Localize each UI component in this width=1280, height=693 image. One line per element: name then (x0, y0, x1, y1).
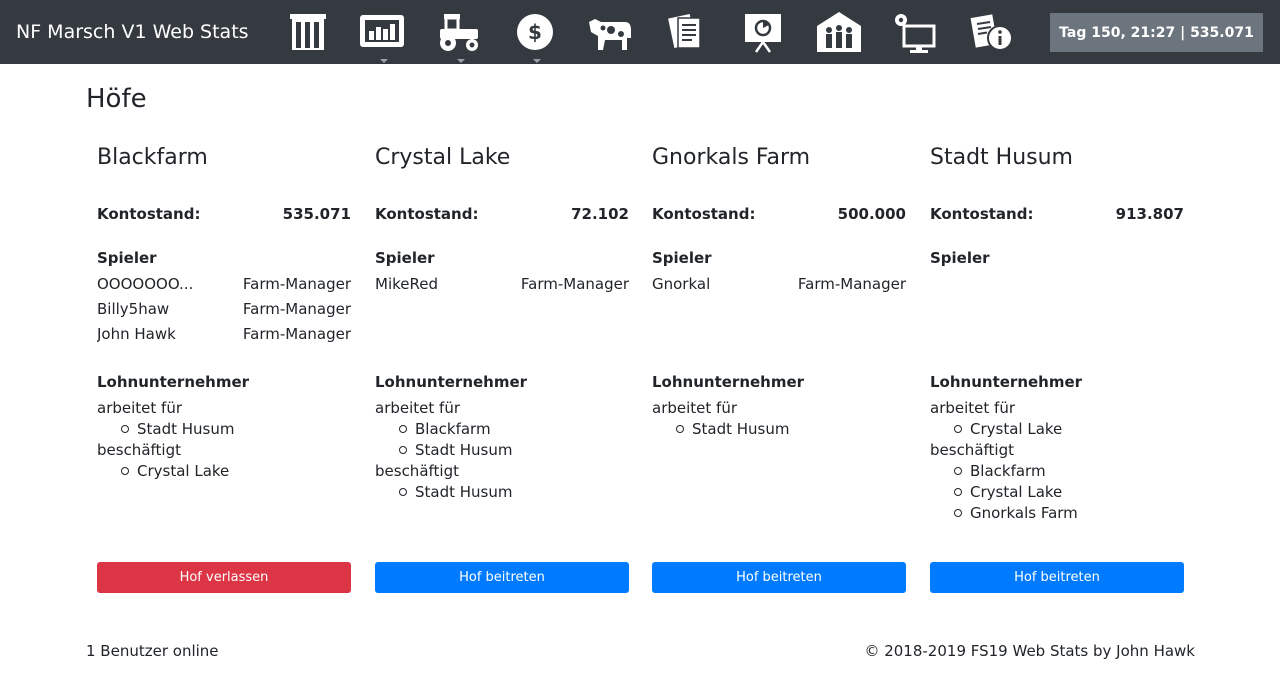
works-for-label: arbeitet für (652, 399, 737, 417)
page-title: Höfe (86, 84, 147, 114)
player-role: Farm-Manager (797, 275, 906, 293)
balance-label: Kontostand: (97, 205, 201, 223)
contractor-section: arbeitet für Blackfarm Stadt Husum beschäft… (375, 398, 629, 503)
player-role: Farm-Manager (242, 325, 351, 343)
join-farm-button[interactable]: Hof beitreten (652, 562, 906, 593)
players-list: MikeRed Farm-Manager (375, 274, 629, 299)
leave-farm-button[interactable]: Hof verlassen (97, 562, 351, 593)
employs-label: beschäftigt (375, 462, 459, 480)
player-row: OOOOOOO... Farm-Manager (97, 274, 351, 299)
info-document-icon[interactable] (967, 8, 1019, 56)
works-for-label: arbeitet für (97, 399, 182, 417)
presentation-icon[interactable] (737, 8, 789, 56)
copyright: © 2018-2019 FS19 Web Stats by John Hawk (864, 642, 1195, 660)
contractor-section: arbeitet für Stadt Husum beschäftigt Crysta… (97, 398, 351, 482)
balance-label: Kontostand: (375, 205, 479, 223)
list-item: Blackfarm (399, 419, 629, 440)
join-farm-button[interactable]: Hof beitreten (930, 562, 1184, 593)
settings-monitor-icon[interactable] (889, 8, 941, 56)
players-list: OOOOOOO... Farm-Manager Billy5haw Farm-Mana… (97, 274, 351, 349)
players-heading: Spieler (930, 249, 990, 267)
balance-row: Kontostand: 72.102 (375, 205, 629, 223)
money-menu-caret (533, 59, 541, 63)
farm-card: Blackfarm Kontostand: 535.071 Spieler OOOOOO… (97, 145, 351, 605)
contractor-heading: Lohnunternehmer (375, 373, 528, 391)
storage-icon[interactable] (282, 8, 334, 56)
list-item: Stadt Husum (399, 482, 629, 503)
svg-text:$: $ (528, 20, 542, 44)
player-role: Farm-Manager (520, 275, 629, 293)
balance-row: Kontostand: 913.807 (930, 205, 1184, 223)
contractor-section: arbeitet für Crystal Lake beschäftigt Black… (930, 398, 1184, 524)
farm-card: Crystal Lake Kontostand: 72.102 Spieler Mike… (375, 145, 629, 605)
tractor-menu-caret (457, 59, 465, 63)
player-name: OOOOOOO... (97, 275, 194, 293)
balance-value: 535.071 (282, 205, 351, 223)
farm-card: Stadt Husum Kontostand: 913.807 Spieler Lohn… (930, 145, 1184, 605)
player-row: MikeRed Farm-Manager (375, 274, 629, 299)
works-for-list: Stadt Husum (97, 419, 351, 440)
employs-list: Crystal Lake (97, 461, 351, 482)
player-name: MikeRed (375, 275, 438, 293)
top-navbar: NF Marsch V1 Web Stats $ Tag 150, 21:27 … (0, 0, 1280, 64)
farms-icon[interactable] (813, 8, 865, 56)
online-users: 1 Benutzer online (86, 642, 219, 660)
player-name: John Hawk (97, 325, 176, 343)
contractor-heading: Lohnunternehmer (652, 373, 805, 391)
brand-title[interactable]: NF Marsch V1 Web Stats (16, 21, 249, 43)
balance-value: 500.000 (837, 205, 906, 223)
balance-row: Kontostand: 535.071 (97, 205, 351, 223)
list-item: Blackfarm (954, 461, 1184, 482)
player-row: Billy5haw Farm-Manager (97, 299, 351, 324)
cow-icon[interactable] (584, 8, 636, 56)
chart-menu-caret (380, 59, 388, 63)
farm-name: Blackfarm (97, 145, 208, 170)
documents-icon[interactable] (660, 8, 712, 56)
balance-label: Kontostand: (930, 205, 1034, 223)
money-icon[interactable]: $ (509, 8, 561, 56)
players-heading: Spieler (97, 249, 157, 267)
farm-name: Gnorkals Farm (652, 145, 811, 170)
chart-icon[interactable] (356, 8, 408, 56)
tractor-icon[interactable] (433, 8, 485, 56)
farm-name: Stadt Husum (930, 145, 1073, 170)
list-item: Crystal Lake (121, 461, 351, 482)
works-for-list: Crystal Lake (930, 419, 1184, 440)
player-row: John Hawk Farm-Manager (97, 324, 351, 349)
players-list: Gnorkal Farm-Manager (652, 274, 906, 299)
works-for-list: Stadt Husum (652, 419, 906, 440)
contractor-section: arbeitet für Stadt Husum (652, 398, 906, 440)
employs-list: Blackfarm Crystal Lake Gnorkals Farm (930, 461, 1184, 524)
balance-value: 913.807 (1115, 205, 1184, 223)
list-item: Crystal Lake (954, 482, 1184, 503)
list-item: Stadt Husum (676, 419, 906, 440)
list-item: Crystal Lake (954, 419, 1184, 440)
balance-label: Kontostand: (652, 205, 756, 223)
list-item: Stadt Husum (121, 419, 351, 440)
contractor-heading: Lohnunternehmer (930, 373, 1083, 391)
player-role: Farm-Manager (242, 275, 351, 293)
balance-value: 72.102 (571, 205, 629, 223)
employs-list: Stadt Husum (375, 482, 629, 503)
list-item: Stadt Husum (399, 440, 629, 461)
player-name: Gnorkal (652, 275, 711, 293)
farm-name: Crystal Lake (375, 145, 511, 170)
player-name: Billy5haw (97, 300, 170, 318)
players-heading: Spieler (375, 249, 435, 267)
player-role: Farm-Manager (242, 300, 351, 318)
contractor-heading: Lohnunternehmer (97, 373, 250, 391)
game-status: Tag 150, 21:27 | 535.071 (1050, 13, 1263, 52)
list-item: Gnorkals Farm (954, 503, 1184, 524)
works-for-list: Blackfarm Stadt Husum (375, 419, 629, 461)
join-farm-button[interactable]: Hof beitreten (375, 562, 629, 593)
employs-label: beschäftigt (97, 441, 181, 459)
balance-row: Kontostand: 500.000 (652, 205, 906, 223)
employs-label: beschäftigt (930, 441, 1014, 459)
farm-card: Gnorkals Farm Kontostand: 500.000 Spieler Gn… (652, 145, 906, 605)
works-for-label: arbeitet für (375, 399, 460, 417)
players-heading: Spieler (652, 249, 712, 267)
player-row: Gnorkal Farm-Manager (652, 274, 906, 299)
works-for-label: arbeitet für (930, 399, 1015, 417)
